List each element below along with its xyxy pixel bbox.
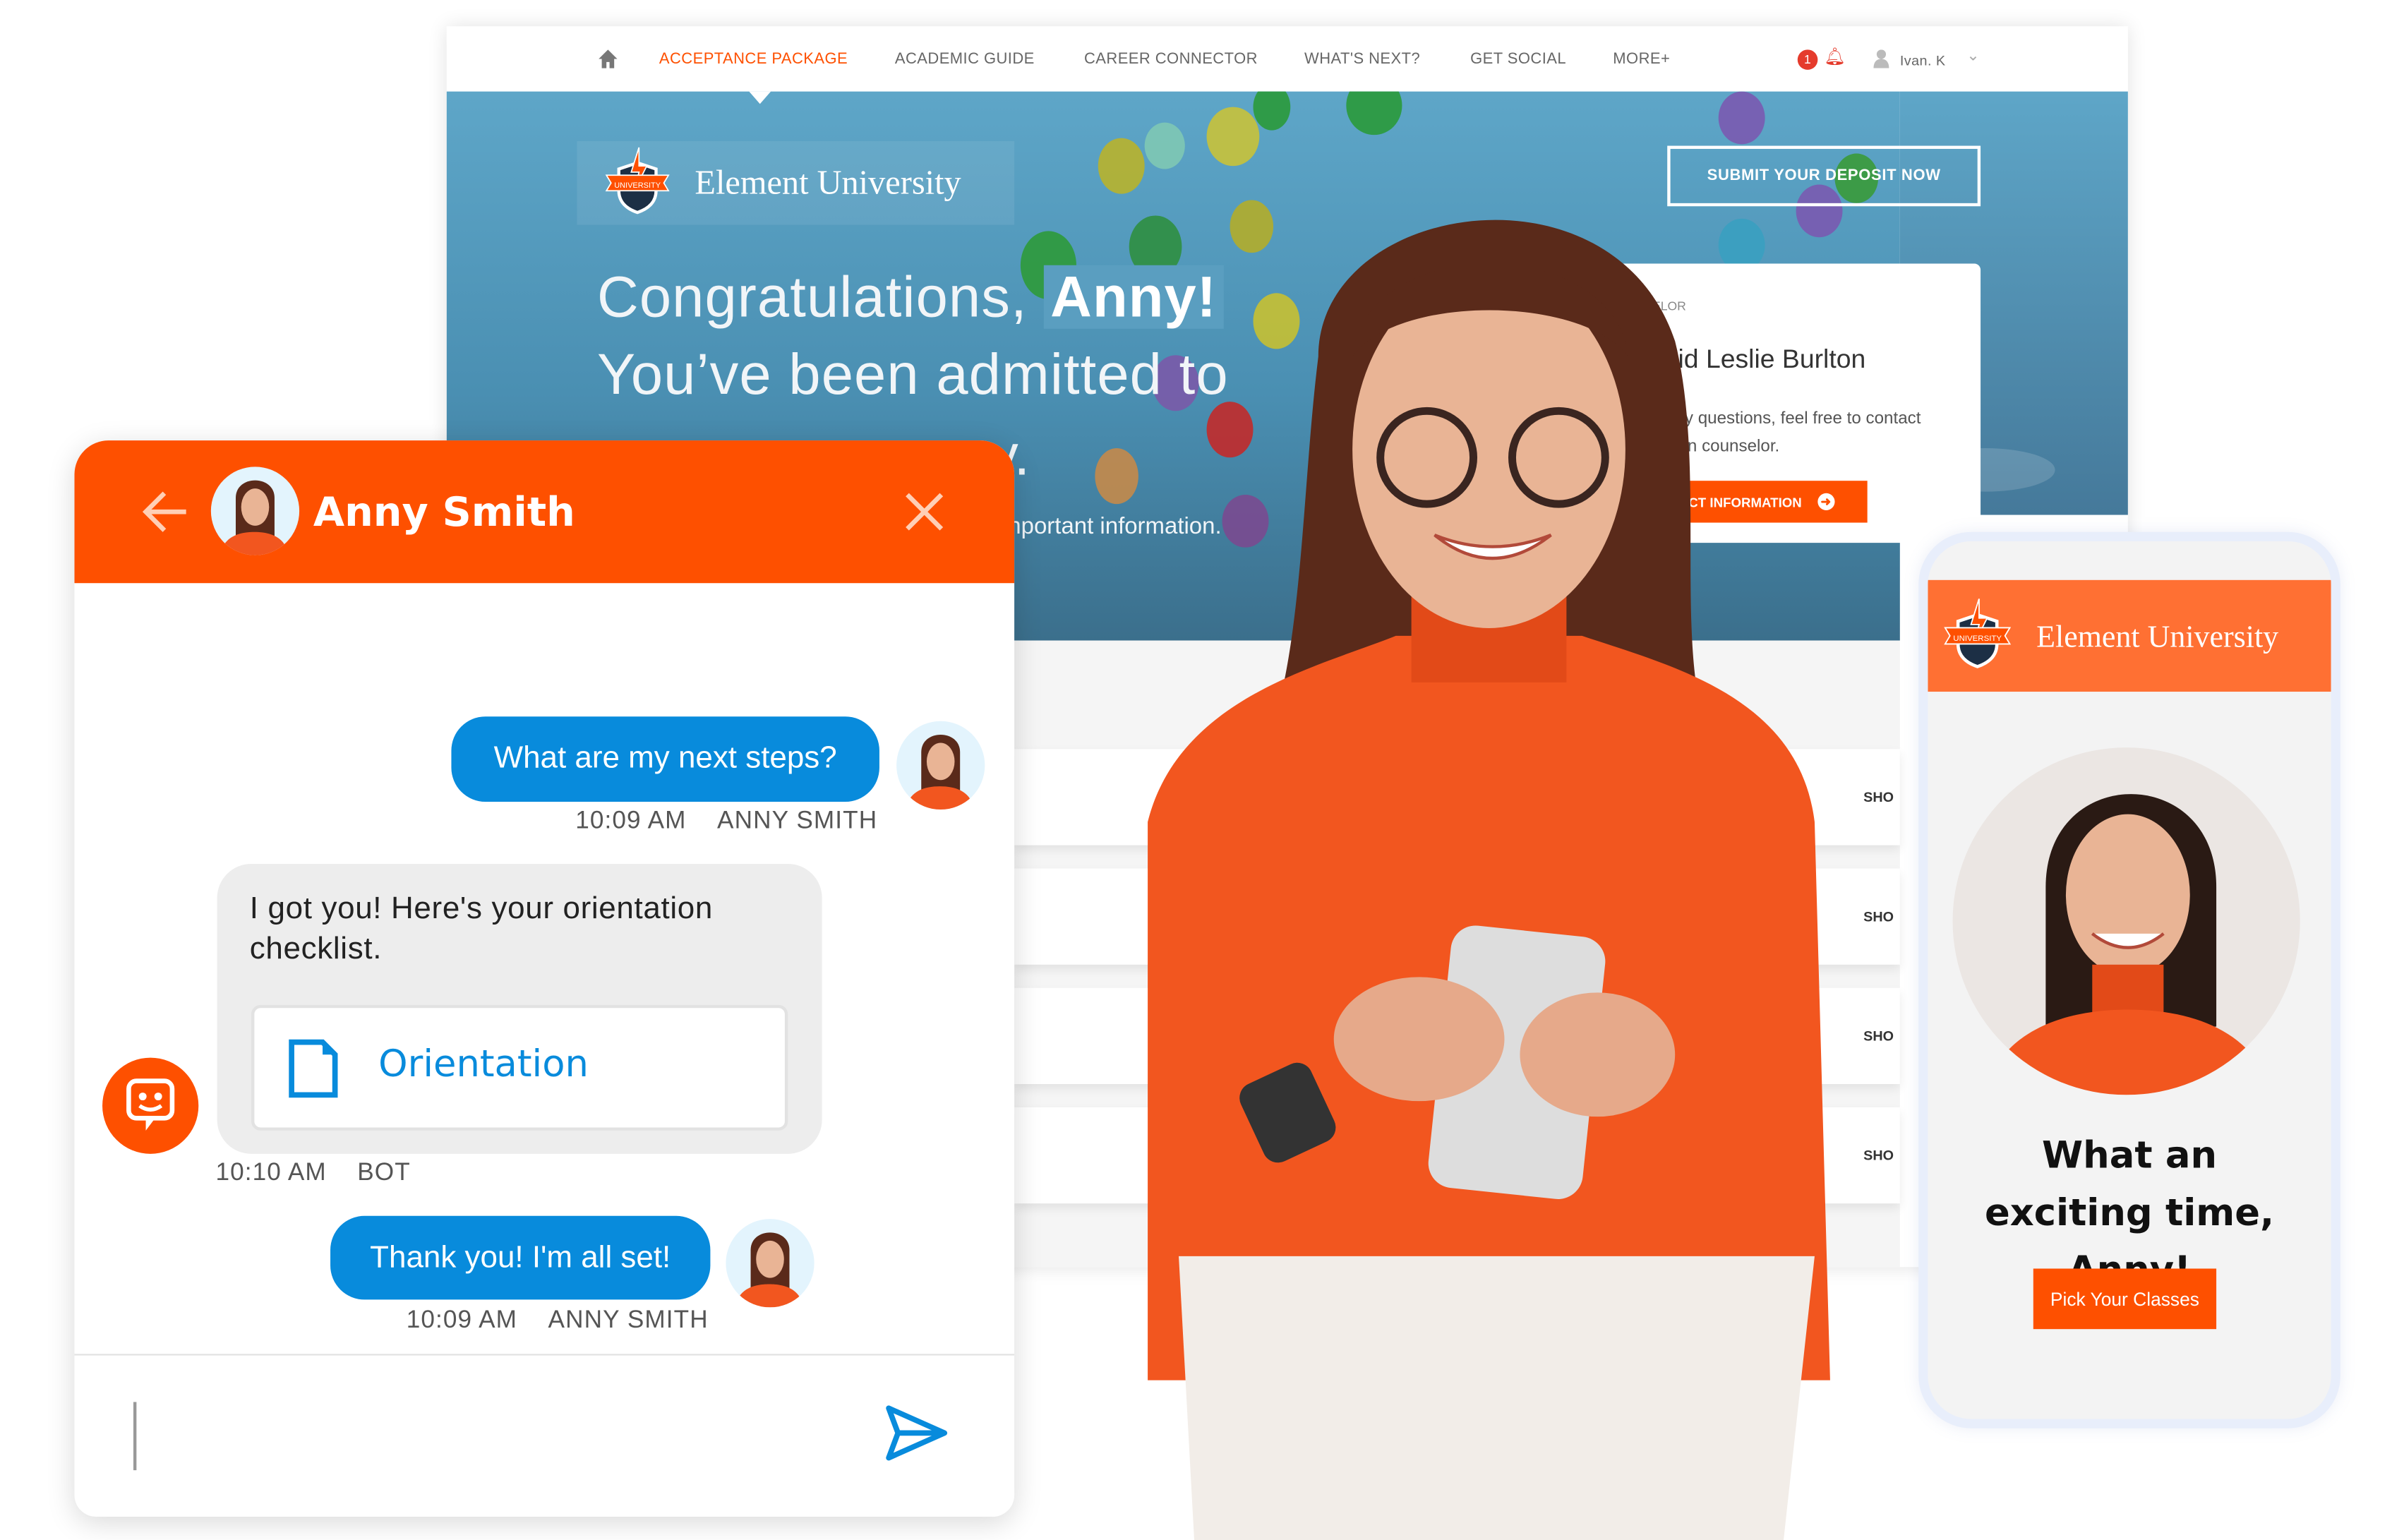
nav-career-connector[interactable]: CAREER CONNECTOR [1084,52,1258,68]
phone-header: UNIVERSITY Element University [1928,579,2331,692]
bell-icon[interactable]: 🔔︎ [1824,47,1846,66]
avatar [210,467,300,555]
user-message-bubble: What are my next steps? [451,716,879,802]
user-name[interactable]: Ivan. K [1900,53,1946,68]
phone-brand-name: Element University [2036,620,2279,655]
bot-avatar [102,1057,199,1154]
message-sender: BOT [357,1160,411,1187]
user-icon [1873,49,1889,68]
home-icon[interactable] [597,48,619,70]
message-time: 10:10 AM [215,1160,327,1187]
brand-block: UNIVERSITY Element University [577,140,1015,225]
university-crest-logo: UNIVERSITY [605,147,670,215]
send-icon[interactable] [886,1405,948,1461]
message-meta: 10:09 AM ANNY SMITH [575,808,877,836]
bot-message-bubble: I got you! Here's your orientation check… [217,863,822,1154]
nav-whats-next[interactable]: WHAT'S NEXT? [1304,52,1420,68]
nav-more[interactable]: MORE+ [1613,52,1670,68]
message-time: 10:09 AM [406,1307,518,1334]
message-meta: 10:10 AM BOT [215,1160,410,1189]
notification-badge[interactable]: 1 [1797,49,1818,70]
nav-acceptance-package[interactable]: ACCEPTANCE PACKAGE [659,52,848,68]
brand-name: Element University [695,162,961,202]
attachment-title[interactable]: Orientation [378,1042,589,1086]
chat-header: Anny Smith [74,440,1015,584]
message-time: 10:09 AM [575,807,687,835]
nav-get-social[interactable]: GET SOCIAL [1470,52,1566,68]
back-arrow-icon[interactable] [140,487,189,536]
message-meta: 10:09 AM ANNY SMITH [407,1307,709,1335]
svg-text:UNIVERSITY: UNIVERSITY [614,181,661,190]
divider [74,1354,1015,1356]
user-message-bubble: Thank you! I'm all set! [330,1215,711,1300]
document-icon [289,1039,338,1098]
message-sender: ANNY SMITH [717,807,878,835]
active-tab-pointer [749,91,771,104]
chevron-down-icon[interactable]: ⌄ [1966,48,1980,65]
top-nav: ACCEPTANCE PACKAGE ACADEMIC GUIDE CAREER… [446,26,2128,104]
phone-mockup: UNIVERSITY Element University What an ex… [1918,531,2340,1428]
chat-widget: Anny Smith What are my next steps? 10:09… [74,440,1015,1517]
congratulations-text: Congratulations, [596,265,1028,329]
close-icon[interactable] [904,492,944,532]
bot-message-text: I got you! Here's your orientation check… [249,891,713,966]
avatar [896,721,985,810]
nav-academic-guide[interactable]: ACADEMIC GUIDE [895,52,1035,68]
svg-text:UNIVERSITY: UNIVERSITY [1953,634,2002,643]
student-portrait [1952,747,2300,1095]
pick-your-classes-button[interactable]: Pick Your Classes [2033,1268,2217,1330]
chat-contact-name: Anny Smith [313,490,575,537]
message-input[interactable] [133,1402,863,1471]
avatar [726,1219,815,1308]
student-photo [1148,219,1830,1540]
university-crest-logo: UNIVERSITY [1944,598,2012,668]
bot-icon [126,1078,175,1131]
orientation-attachment[interactable]: Orientation [251,1004,788,1131]
message-sender: ANNY SMITH [548,1307,709,1334]
